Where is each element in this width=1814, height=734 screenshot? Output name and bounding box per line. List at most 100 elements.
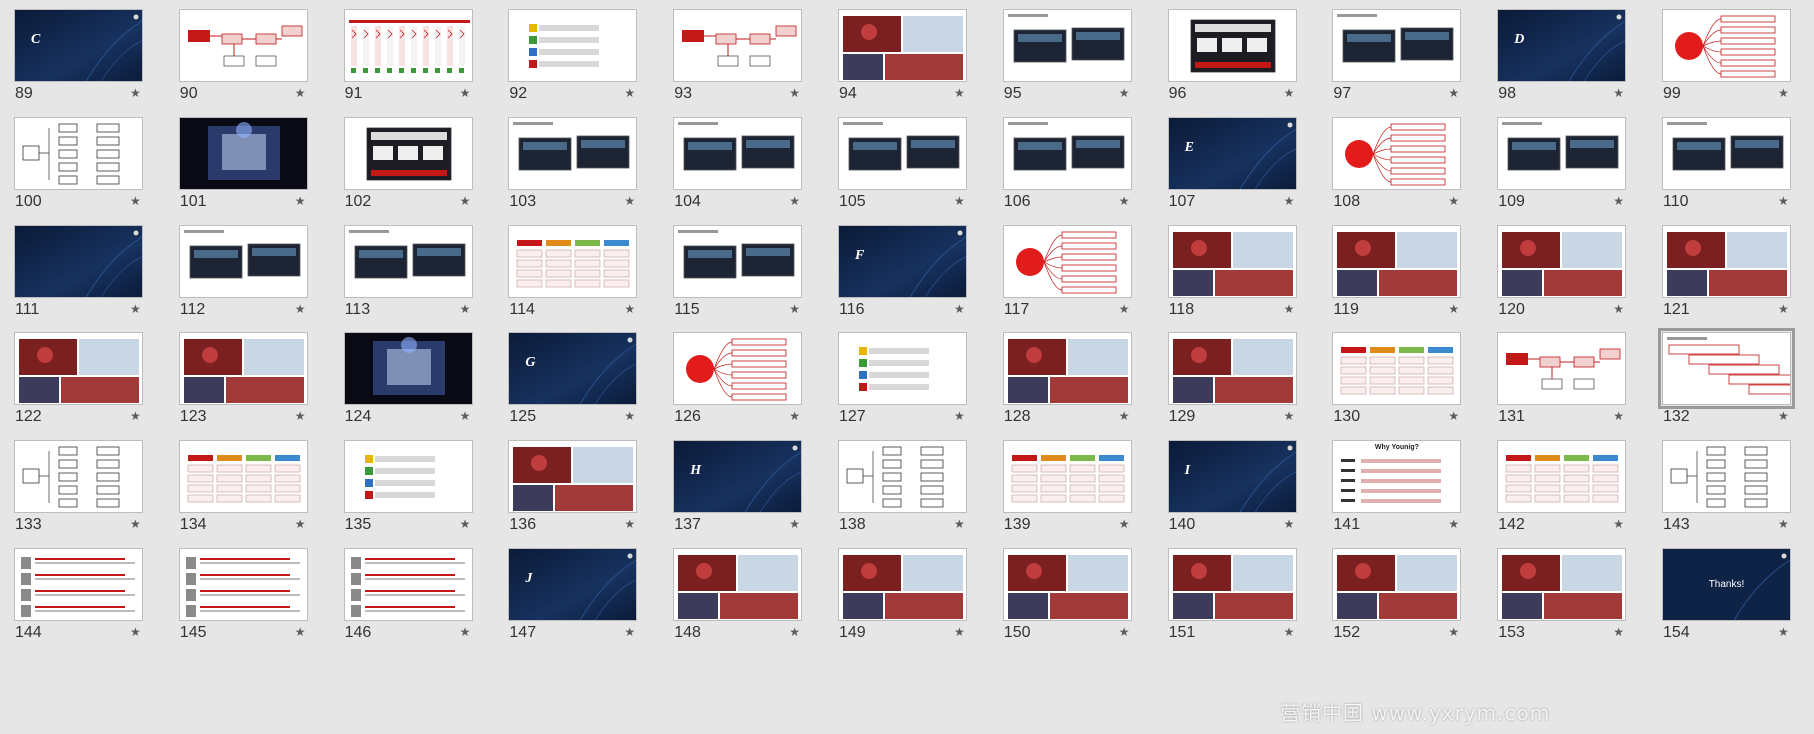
slide-thumbnail[interactable] — [508, 116, 638, 190]
star-icon[interactable]: ★ — [1613, 194, 1624, 208]
star-icon[interactable]: ★ — [1119, 194, 1130, 208]
slide-cell[interactable]: 97 ★ — [1317, 0, 1482, 125]
slide-thumbnail[interactable] — [343, 224, 473, 298]
slide-thumbnail[interactable] — [1658, 328, 1795, 410]
star-icon[interactable]: ★ — [460, 409, 471, 423]
slide-cell[interactable]: F 116 ★ — [823, 216, 988, 341]
star-icon[interactable]: ★ — [1448, 517, 1459, 531]
slide-thumbnail[interactable] — [14, 116, 143, 190]
star-icon[interactable]: ★ — [130, 625, 141, 639]
slide-cell[interactable]: 96 ★ — [1153, 0, 1318, 125]
slide-cell[interactable]: 143 ★ — [1647, 431, 1812, 556]
star-icon[interactable]: ★ — [295, 517, 306, 531]
star-icon[interactable]: ★ — [1284, 194, 1295, 208]
slide-cell[interactable]: Thanks! 154 ★ — [1647, 539, 1812, 664]
slide-thumbnail[interactable] — [14, 332, 143, 406]
slide-thumbnail[interactable]: Why Younig? — [1332, 440, 1462, 514]
star-icon[interactable]: ★ — [1448, 86, 1459, 100]
star-icon[interactable]: ★ — [1448, 409, 1459, 423]
star-icon[interactable]: ★ — [789, 194, 800, 208]
star-icon[interactable]: ★ — [789, 86, 800, 100]
slide-cell[interactable]: 152 ★ — [1317, 539, 1482, 664]
slide-cell[interactable]: E 107 ★ — [1153, 108, 1318, 233]
slide-cell[interactable]: Why Younig? 141 ★ — [1317, 431, 1482, 556]
slide-thumbnail[interactable] — [1332, 332, 1462, 406]
star-icon[interactable]: ★ — [1613, 302, 1624, 316]
star-icon[interactable]: ★ — [1284, 409, 1295, 423]
slide-thumbnail[interactable] — [1662, 224, 1791, 298]
slide-cell[interactable]: 102 ★ — [329, 108, 494, 233]
slide-cell[interactable]: 130 ★ — [1317, 323, 1482, 448]
slide-cell[interactable]: 94 ★ — [823, 0, 988, 125]
slide-thumbnail[interactable] — [838, 332, 967, 406]
slide-cell[interactable]: 111 ★ — [0, 216, 164, 341]
slide-cell[interactable]: G 125 ★ — [493, 323, 658, 448]
slide-thumbnail[interactable] — [178, 9, 308, 82]
slide-cell[interactable]: 99 ★ — [1647, 0, 1812, 125]
slide-thumbnail[interactable] — [178, 440, 308, 514]
star-icon[interactable]: ★ — [1613, 625, 1624, 639]
slide-thumbnail[interactable] — [1167, 9, 1297, 82]
slide-cell[interactable]: 132 ★ — [1647, 323, 1812, 448]
slide-cell[interactable]: 151 ★ — [1153, 539, 1318, 664]
star-icon[interactable]: ★ — [624, 625, 635, 639]
slide-thumbnail[interactable] — [673, 9, 803, 82]
slide-cell[interactable]: 135 ★ — [329, 431, 494, 556]
slide-cell[interactable]: 139 ★ — [988, 431, 1153, 556]
slide-cell[interactable]: 101 ★ — [164, 108, 329, 233]
slide-cell[interactable]: 136 ★ — [493, 431, 658, 556]
star-icon[interactable]: ★ — [1448, 194, 1459, 208]
slide-thumbnail[interactable] — [1662, 116, 1791, 190]
star-icon[interactable]: ★ — [1284, 517, 1295, 531]
slide-thumbnail[interactable] — [178, 332, 308, 406]
star-icon[interactable]: ★ — [1284, 302, 1295, 316]
slide-cell[interactable]: 133 ★ — [0, 431, 164, 556]
star-icon[interactable]: ★ — [789, 409, 800, 423]
slide-cell[interactable]: 100 ★ — [0, 108, 164, 233]
slide-cell[interactable]: 126 ★ — [658, 323, 823, 448]
slide-cell[interactable]: 144 ★ — [0, 539, 164, 664]
slide-thumbnail[interactable]: Thanks! — [1662, 548, 1791, 621]
star-icon[interactable]: ★ — [624, 194, 635, 208]
star-icon[interactable]: ★ — [295, 302, 306, 316]
slide-cell[interactable]: 114 ★ — [493, 216, 658, 341]
slide-thumbnail[interactable]: C — [14, 9, 143, 82]
slide-cell[interactable]: 127 ★ — [823, 323, 988, 448]
star-icon[interactable]: ★ — [130, 194, 141, 208]
slide-thumbnail[interactable] — [343, 9, 473, 82]
slide-thumbnail[interactable] — [1332, 548, 1462, 621]
slide-thumbnail[interactable] — [1167, 332, 1297, 406]
slide-thumbnail[interactable] — [1662, 440, 1791, 514]
slide-cell[interactable]: 146 ★ — [329, 539, 494, 664]
slide-thumbnail[interactable] — [1002, 224, 1132, 298]
slide-cell[interactable]: 149 ★ — [823, 539, 988, 664]
slide-thumbnail[interactable] — [14, 548, 143, 621]
slide-cell[interactable]: 124 ★ — [329, 323, 494, 448]
star-icon[interactable]: ★ — [1778, 86, 1789, 100]
star-icon[interactable]: ★ — [130, 302, 141, 316]
star-icon[interactable]: ★ — [1284, 625, 1295, 639]
slide-thumbnail[interactable] — [838, 9, 967, 82]
slide-thumbnail[interactable] — [508, 440, 638, 514]
slide-thumbnail[interactable] — [838, 548, 967, 621]
slide-thumbnail[interactable] — [1662, 9, 1791, 82]
star-icon[interactable]: ★ — [295, 625, 306, 639]
slide-thumbnail[interactable] — [343, 116, 473, 190]
slide-cell[interactable]: 129 ★ — [1153, 323, 1318, 448]
slide-cell[interactable]: 153 ★ — [1482, 539, 1647, 664]
slide-cell[interactable]: 108 ★ — [1317, 108, 1482, 233]
star-icon[interactable]: ★ — [460, 517, 471, 531]
star-icon[interactable]: ★ — [295, 194, 306, 208]
slide-thumbnail[interactable] — [1332, 116, 1462, 190]
slide-thumbnail[interactable] — [1002, 440, 1132, 514]
star-icon[interactable]: ★ — [1119, 517, 1130, 531]
star-icon[interactable]: ★ — [1448, 302, 1459, 316]
slide-thumbnail[interactable] — [178, 548, 308, 621]
star-icon[interactable]: ★ — [1284, 86, 1295, 100]
slide-thumbnail[interactable]: D — [1497, 9, 1627, 82]
slide-cell[interactable]: C 89 ★ — [0, 0, 164, 125]
slide-thumbnail[interactable] — [673, 332, 803, 406]
slide-thumbnail[interactable] — [838, 440, 967, 514]
star-icon[interactable]: ★ — [130, 409, 141, 423]
star-icon[interactable]: ★ — [954, 86, 965, 100]
